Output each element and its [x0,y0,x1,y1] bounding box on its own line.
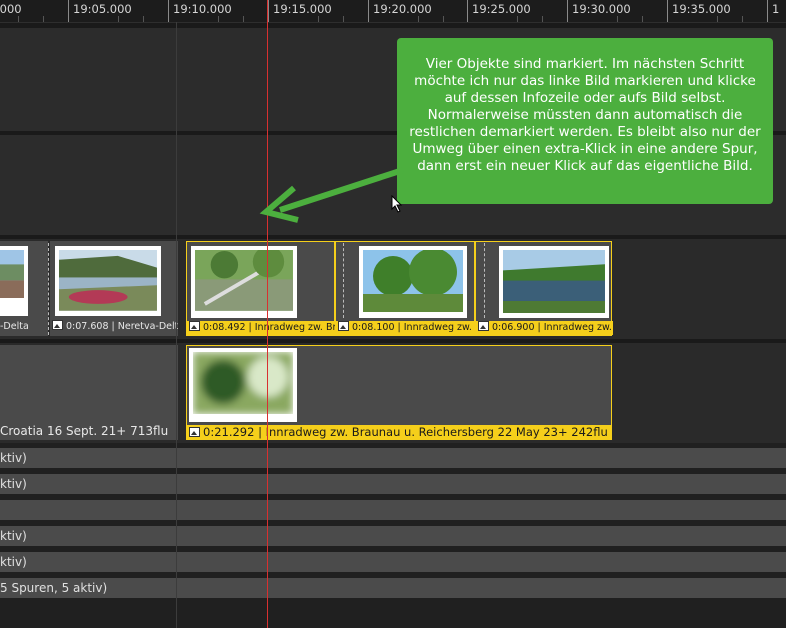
clip-duration: 0:21.292 [203,425,255,439]
ruler-tick [567,0,568,22]
clip-info[interactable]: 0:08.100 | Innradweg zw. Braun [336,321,476,335]
ruler-tick [767,0,768,22]
landscape-image [59,250,157,311]
clip-lower-selected[interactable]: 0:21.292 | Innradweg zw. Braunau u. Reic… [186,345,612,440]
blurred-image [193,352,293,414]
snap-guide-line [176,22,177,628]
clip-duration: 0:06.900 [492,322,535,333]
clip-title: Neretva-Delta - Cro... [117,321,178,332]
timeline-ruler[interactable]: .000 19:05.000 19:10.000 19:15.000 19:20… [0,0,786,23]
ruler-label: 19:25.000 [472,2,531,16]
image-icon [338,321,349,331]
ruler-label: 19:20.000 [373,2,432,16]
transition-marker [48,243,50,335]
track-group-row[interactable]: ktiv) [0,552,786,572]
transition-marker [484,243,486,318]
landscape-image [503,250,605,314]
clip-thumbnail[interactable] [55,246,161,316]
ruler-label: 19:35.000 [672,2,731,16]
clip-thumbnail[interactable] [189,348,297,422]
annotation-callout: Vier Objekte sind markiert. Im nächsten … [397,38,773,204]
landscape-image [0,250,24,298]
transition-marker [343,243,345,318]
clip-innradweg-3-selected[interactable]: 0:06.900 | Innradweg zw. ... [475,241,613,336]
ruler-label: 19:05.000 [73,2,132,16]
ruler-label: 19:30.000 [572,2,631,16]
clip-duration: 0:08.100 [352,322,395,333]
track-group-row[interactable]: ktiv) [0,526,786,546]
callout-arrow-icon [259,167,404,223]
ruler-label: 19:10.000 [173,2,232,16]
ruler-tick [68,0,69,22]
clip-info[interactable]: 0:07.608 | Neretva-Delta - Cro... [50,320,178,334]
clip-thumbnail[interactable] [191,246,297,318]
ruler-tick [467,0,468,22]
clip-title: Innradweg zw. ... [543,322,613,333]
track-group-row[interactable]: ktiv) [0,448,786,468]
clip-thumbnail[interactable] [499,246,609,318]
ruler-label: 19:15.000 [273,2,332,16]
ruler-tick [168,0,169,22]
image-icon [189,427,200,437]
ruler-label: .000 [0,2,22,16]
track-group-row[interactable] [0,500,786,520]
clip-info[interactable]: -Delta [0,320,48,334]
landscape-image [363,250,463,312]
image-icon [52,320,63,330]
playhead-line[interactable] [267,0,268,628]
ruler-label: 1 [772,2,780,16]
image-icon [189,321,200,331]
clip-info[interactable]: 0:08.492 | Innradweg zw. Braunau [187,321,336,335]
track-group-row[interactable]: ktiv) [0,474,786,494]
clip-thumbnail[interactable] [0,246,28,316]
clip-innradweg-1-selected[interactable]: 0:08.492 | Innradweg zw. Braunau [186,241,336,336]
clip-title: Innradweg zw. Braunau u. Reichersberg 22… [265,425,608,439]
mouse-pointer-icon [391,195,403,213]
clip-info[interactable]: 0:21.292 | Innradweg zw. Braunau u. Reic… [187,425,611,439]
clip-partial-left[interactable]: -Delta [0,241,48,336]
image-icon [478,321,489,331]
clip-lower-left[interactable]: Croatia 16 Sept. 21+ 713flu [0,345,178,440]
track-group-row[interactable]: 5 Spuren, 5 aktiv) [0,578,786,598]
landscape-image [195,250,293,311]
clip-duration: 0:07.608 [66,321,109,332]
clip-innradweg-2-selected[interactable]: 0:08.100 | Innradweg zw. Braun [335,241,476,336]
clip-thumbnail[interactable] [359,246,467,318]
ruler-tick [667,0,668,22]
clip-info[interactable]: Croatia 16 Sept. 21+ 713flu [0,424,178,438]
clip-title: Innradweg zw. Braun [403,322,476,333]
ruler-tick [268,0,269,22]
clip-info[interactable]: 0:06.900 | Innradweg zw. ... [476,321,613,335]
clip-duration: 0:08.492 [203,322,246,333]
ruler-tick [368,0,369,22]
clip-neretva[interactable]: 0:07.608 | Neretva-Delta - Cro... [50,241,178,336]
